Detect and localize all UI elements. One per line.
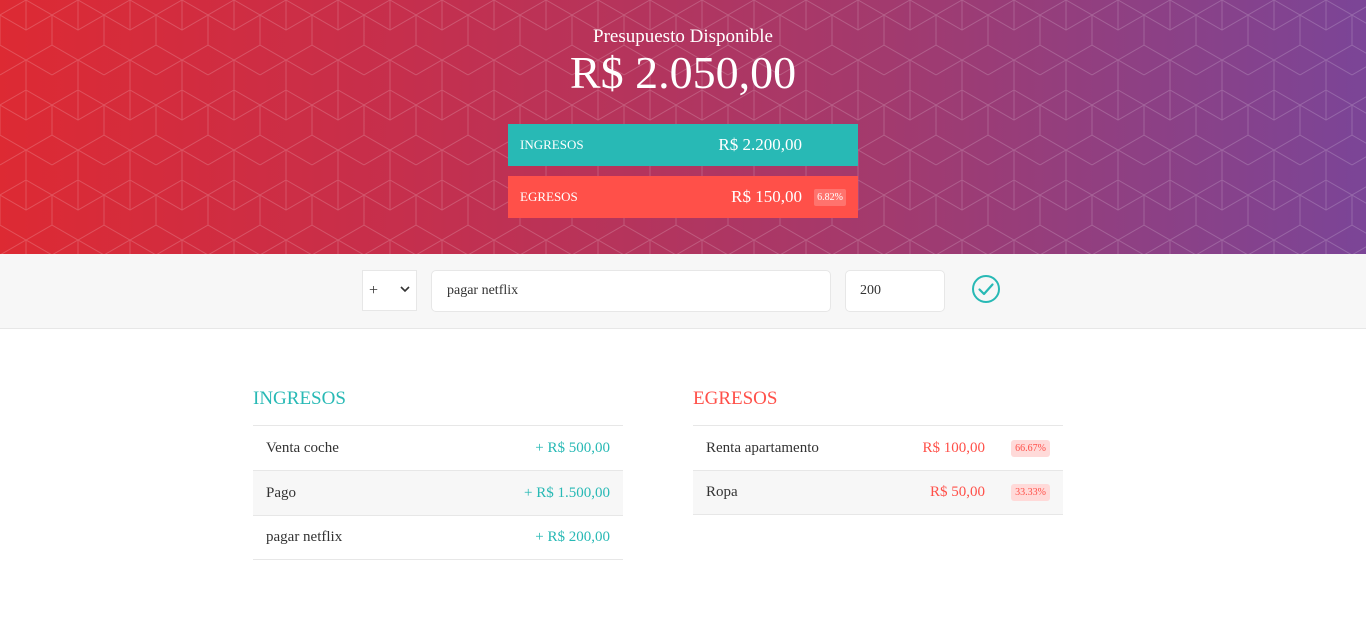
add-item-bar: + xyxy=(0,254,1366,329)
budget-available-value: R$ 2.050,00 xyxy=(569,47,797,98)
type-select[interactable]: + xyxy=(362,270,417,311)
income-item-description: pagar netflix xyxy=(266,529,343,545)
budget-income-label: INGRESOS xyxy=(520,137,584,152)
budget-header: Presupuesto Disponible R$ 2.050,00 INGRE… xyxy=(0,0,1366,254)
check-circle-icon[interactable] xyxy=(971,274,1001,304)
expense-item-value: R$ 100,00 xyxy=(922,439,985,456)
expense-list-title: EGRESOS xyxy=(693,388,778,409)
budget-summary: Presupuesto Disponible R$ 2.050,00 INGRE… xyxy=(508,0,858,218)
income-item-value: + R$ 500,00 xyxy=(535,439,610,456)
income-item[interactable]: Pago + R$ 1.500,00 xyxy=(253,470,623,515)
income-item-description: Venta coche xyxy=(266,439,339,456)
expense-item[interactable]: Renta apartamento R$ 100,00 66.67% xyxy=(693,425,1063,470)
budget-expense-value: R$ 150,00 xyxy=(731,187,802,206)
budget-expense-percentage: 6.82% xyxy=(814,188,846,206)
amount-input[interactable] xyxy=(845,270,945,312)
income-item[interactable]: Venta coche + R$ 500,00 xyxy=(253,425,623,470)
expense-list: EGRESOS Renta apartamento R$ 100,00 66.6… xyxy=(693,385,1063,515)
income-item-value: + R$ 1.500,00 xyxy=(524,484,610,501)
chevron-down-icon xyxy=(400,286,410,293)
description-input[interactable] xyxy=(431,270,831,312)
budget-expense-row: EGRESOS R$ 150,00 6.82% xyxy=(508,176,858,218)
type-select-value: + xyxy=(369,281,379,299)
budget-title: Presupuesto Disponible xyxy=(593,26,773,47)
expense-item-value: R$ 50,00 xyxy=(929,484,985,500)
expense-item-description: Ropa xyxy=(706,484,738,500)
budget-expense-label: EGRESOS xyxy=(520,189,578,204)
expense-item-description: Renta apartamento xyxy=(706,439,819,456)
income-item-description: Pago xyxy=(266,484,296,501)
expense-item[interactable]: Ropa R$ 50,00 33.33% xyxy=(693,470,1063,515)
budget-income-value: R$ 2.200,00 xyxy=(718,135,802,154)
expense-item-percentage: 33.33% xyxy=(1011,484,1050,501)
income-item-value: + R$ 200,00 xyxy=(535,529,610,545)
income-item[interactable]: pagar netflix + R$ 200,00 xyxy=(253,515,623,560)
budget-income-row: INGRESOS R$ 2.200,00 xyxy=(508,124,858,166)
income-list-title: INGRESOS xyxy=(253,388,346,409)
income-list: INGRESOS Venta coche + R$ 500,00 Pago + … xyxy=(253,385,623,560)
expense-item-percentage: 66.67% xyxy=(1011,439,1050,457)
